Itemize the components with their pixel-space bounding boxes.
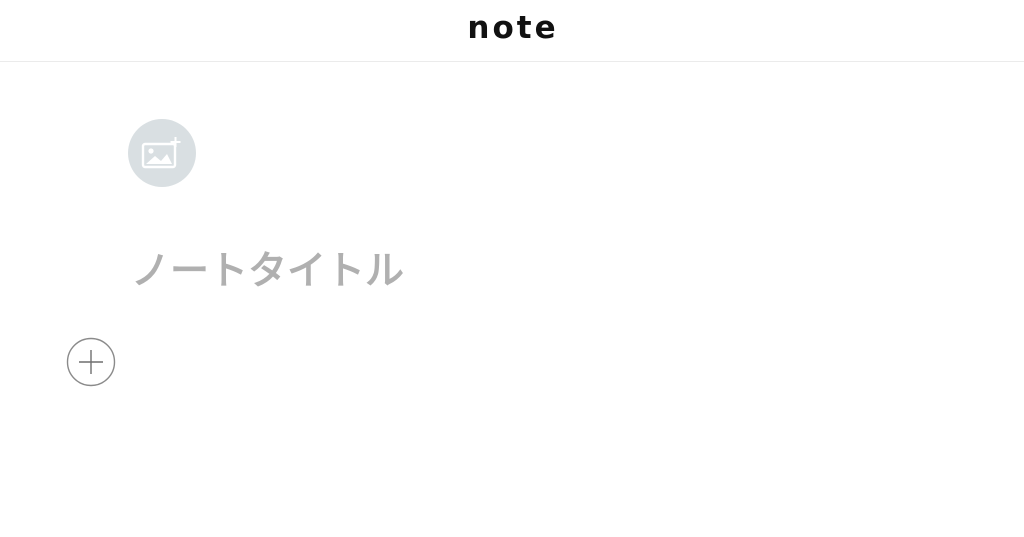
image-plus-icon: [141, 137, 181, 169]
note-logo[interactable]: note: [467, 10, 558, 46]
top-header: note: [0, 0, 1024, 62]
add-eyecatch-image-button[interactable]: [128, 119, 196, 187]
note-title-input[interactable]: [131, 246, 831, 298]
plus-circle-icon: [66, 337, 116, 387]
add-block-button[interactable]: [66, 337, 116, 387]
